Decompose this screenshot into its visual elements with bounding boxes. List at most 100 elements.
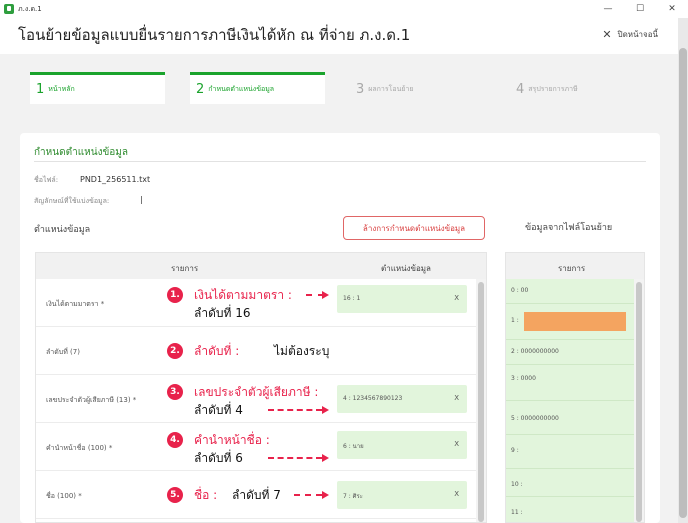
- source-scrollbar[interactable]: [634, 279, 644, 522]
- table-header: รายการ: [506, 253, 644, 279]
- annotation-order: ลำดับที่ 4: [194, 403, 243, 417]
- position-field[interactable]: 16 : 1 X: [337, 285, 467, 313]
- drop-highlight: [524, 312, 626, 331]
- minimize-button[interactable]: —: [592, 0, 624, 18]
- annotation-dash: [268, 409, 322, 411]
- close-page-button[interactable]: ✕ ปิดหน้าจอนี้: [602, 28, 658, 41]
- position-field[interactable]: 4 : 1234567890123 X: [337, 385, 467, 413]
- window-titlebar: ภ.ง.ด.1 — ☐ ✕: [0, 0, 688, 18]
- clear-icon[interactable]: X: [454, 294, 459, 302]
- list-item[interactable]: 2 : 0000000000: [506, 340, 636, 365]
- position-field[interactable]: 7 : ศิระ X: [337, 481, 467, 509]
- table-header: รายการ ตำแหน่งข้อมูล: [36, 253, 486, 279]
- annotation-field: เลขประจำตัวผู้เสียภาษี :: [194, 385, 319, 399]
- arrow-icon: [322, 454, 329, 462]
- annotation-dash: [306, 294, 324, 296]
- position-value: 7 : ศิระ: [343, 493, 363, 500]
- source-value: 9 :: [511, 447, 519, 454]
- field-name: ลำดับที่ (7): [46, 348, 80, 356]
- maximize-button[interactable]: ☐: [624, 0, 656, 18]
- field-name: คำนำหน้าชื่อ (100) *: [46, 444, 113, 452]
- source-value: 3 : 0000: [511, 375, 536, 382]
- close-window-button[interactable]: ✕: [656, 0, 688, 18]
- position-field[interactable]: 6 : นาย X: [337, 431, 467, 459]
- step-number: 2: [196, 82, 205, 97]
- table-row: ชื่อ (100) * 7 : ศิระ X 5. ชื่อ : ลำดับท…: [36, 471, 476, 519]
- source-value: 5 : 0000000000: [511, 415, 559, 422]
- annotation-field: ชื่อ :: [194, 488, 218, 502]
- step-indicator: 1 หน้าหลัก 2 กำหนดตำแหน่งข้อมูล 3 ผลการโ…: [30, 72, 670, 104]
- position-value: 4 : 1234567890123: [343, 395, 403, 402]
- table-scroll-thumb[interactable]: [478, 282, 484, 522]
- file-name-value: PND1_256511.txt: [80, 175, 151, 184]
- annotation-badge: 3.: [167, 384, 183, 400]
- page-header: โอนย้ายข้อมูลแบบยื่นรายการภาษีเงินได้หัก…: [0, 18, 688, 54]
- table-row: คำนำหน้าชื่อ (100) * 6 : นาย X 4. คำนำหน…: [36, 423, 476, 471]
- annotation: 2. ลำดับที่ : ไม่ต้องระบุ: [36, 327, 476, 375]
- clear-positions-button[interactable]: ล้างการกำหนดตำแหน่งข้อมูล: [343, 216, 485, 240]
- step-define-position[interactable]: 2 กำหนดตำแหน่งข้อมูล: [190, 72, 325, 104]
- annotation-field: ลำดับที่ :: [194, 344, 240, 358]
- source-value: 0 : 00: [511, 287, 529, 294]
- step-number: 4: [516, 82, 525, 97]
- list-item[interactable]: 9 :: [506, 435, 636, 469]
- position-table: รายการ ตำแหน่งข้อมูล เงินได้ตามมาตรา * 1…: [35, 252, 487, 523]
- page-scrollbar[interactable]: [678, 18, 688, 523]
- field-name: เงินได้ตามมาตรา *: [46, 300, 105, 308]
- arrow-icon: [322, 491, 329, 499]
- step-tax-summary[interactable]: 4 สรุปรายการภาษี: [510, 72, 645, 104]
- annotation-order: ลำดับที่ 16: [194, 306, 251, 320]
- table-row: เงินได้ตามมาตรา * 16 : 1 X 1. เงินได้ตาม…: [36, 279, 476, 327]
- list-item[interactable]: 5 : 0000000000: [506, 401, 636, 435]
- source-value: 1 :: [511, 317, 519, 324]
- clear-icon[interactable]: X: [454, 394, 459, 402]
- annotation-order: ลำดับที่ 6: [194, 451, 243, 465]
- list-item[interactable]: 1 :: [506, 304, 636, 340]
- source-value: 10 :: [511, 481, 523, 488]
- list-item[interactable]: 3 : 0000: [506, 365, 636, 401]
- position-value: 16 : 1: [343, 295, 361, 302]
- annotation-badge: 1.: [167, 287, 183, 303]
- list-item[interactable]: 11 :: [506, 497, 636, 522]
- annotation-order: ไม่ต้องระบุ: [274, 344, 330, 358]
- table-scrollbar[interactable]: [476, 279, 486, 522]
- close-icon: ✕: [602, 28, 612, 41]
- column-header-item: รายการ: [558, 264, 586, 273]
- source-data-title: ข้อมูลจากไฟล์โอนย้าย: [525, 223, 613, 233]
- arrow-icon: [322, 291, 329, 299]
- annotation-dash: [268, 457, 322, 459]
- step-label: สรุปรายการภาษี: [528, 85, 578, 93]
- annotation-badge: 2.: [167, 343, 183, 359]
- position-value: 6 : นาย: [343, 443, 364, 450]
- column-header-position: ตำแหน่งข้อมูล: [381, 264, 431, 273]
- list-item[interactable]: 10 :: [506, 469, 636, 497]
- page-scroll-thumb[interactable]: [679, 48, 687, 518]
- delimiter-value: |: [140, 195, 143, 204]
- annotation-field: คำนำหน้าชื่อ :: [194, 433, 270, 447]
- clear-icon[interactable]: X: [454, 440, 459, 448]
- source-data-table: รายการ 0 : 00 1 : 2 : 0000000000 3 : 000…: [505, 252, 645, 523]
- list-item[interactable]: 0 : 00: [506, 279, 636, 304]
- step-label: กำหนดตำแหน่งข้อมูล: [208, 85, 275, 93]
- step-transfer-result[interactable]: 3 ผลการโอนย้าย: [350, 72, 485, 104]
- table-row: ลำดับที่ (7) 2. ลำดับที่ : ไม่ต้องระบุ: [36, 327, 476, 375]
- step-label: หน้าหลัก: [48, 85, 75, 93]
- annotation-field: เงินได้ตามมาตรา :: [194, 288, 292, 302]
- field-name: ชื่อ (100) *: [46, 492, 82, 500]
- page-title: โอนย้ายข้อมูลแบบยื่นรายการภาษีเงินได้หัก…: [18, 26, 411, 44]
- source-scroll-thumb[interactable]: [636, 282, 642, 522]
- source-value: 2 : 0000000000: [511, 348, 559, 355]
- field-name: เลขประจำตัวผู้เสียภาษี (13) *: [46, 396, 137, 404]
- close-page-label: ปิดหน้าจอนี้: [617, 30, 658, 39]
- source-value: 11 :: [511, 509, 523, 516]
- app-icon: [4, 4, 14, 14]
- step-home[interactable]: 1 หน้าหลัก: [30, 72, 165, 104]
- window-controls: — ☐ ✕: [592, 0, 688, 18]
- step-label: ผลการโอนย้าย: [368, 85, 414, 93]
- annotation-badge: 5.: [167, 487, 183, 503]
- table-row: เลขประจำตัวผู้เสียภาษี (13) * 4 : 123456…: [36, 375, 476, 423]
- annotation-dash: [294, 494, 322, 496]
- window-title: ภ.ง.ด.1: [18, 4, 42, 13]
- clear-icon[interactable]: X: [454, 490, 459, 498]
- file-name-label: ชื่อไฟล์:: [34, 176, 59, 184]
